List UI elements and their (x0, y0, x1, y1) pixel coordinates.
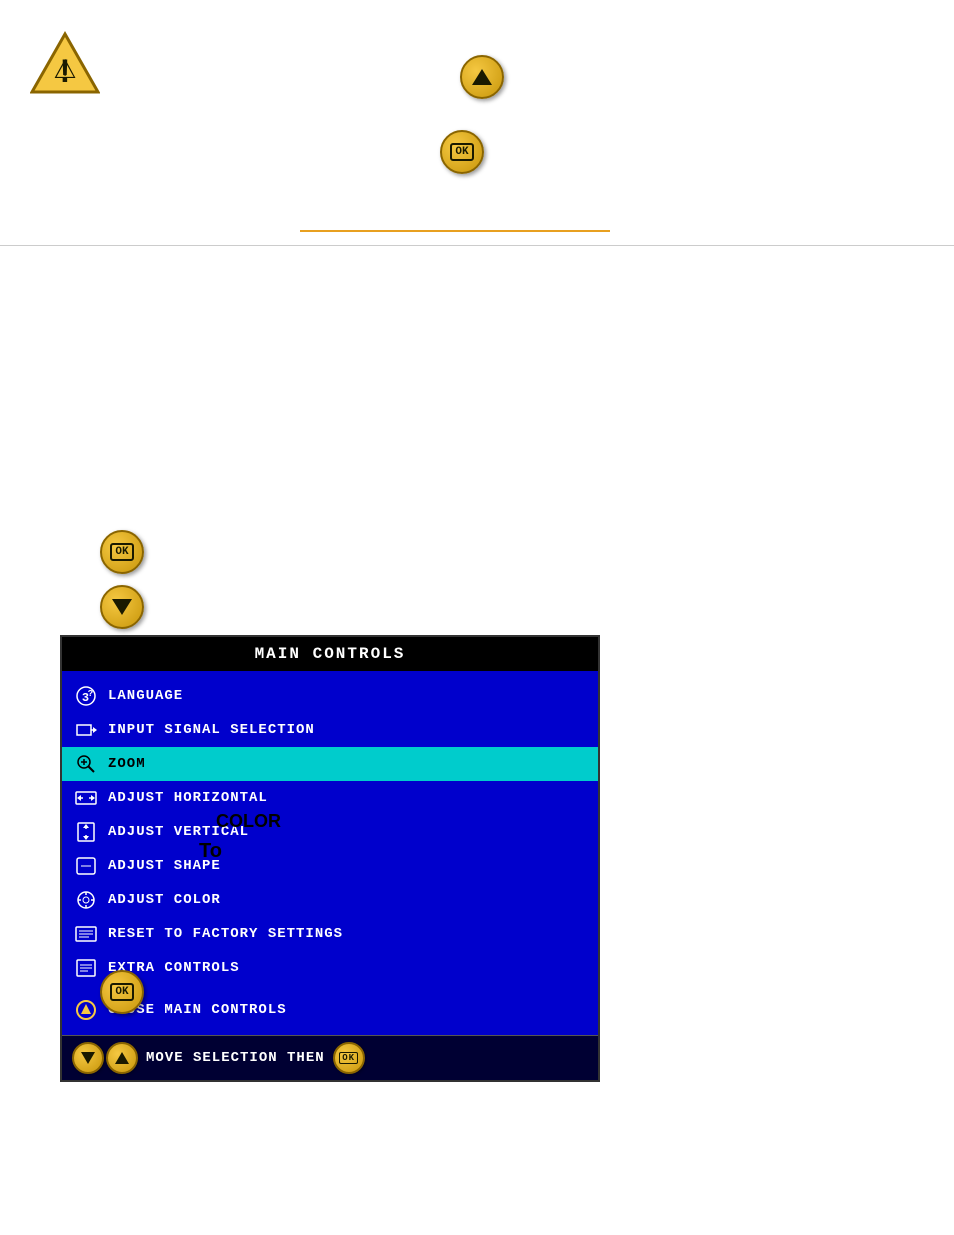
osd-item-zoom[interactable]: ZOOM (62, 747, 598, 781)
osd-item-color[interactable]: ADJUST COLOR (62, 883, 598, 917)
factory-icon (74, 922, 98, 946)
close-menu-icon (74, 998, 98, 1022)
osd-item-language[interactable]: 3 ? LANGUAGE (62, 679, 598, 713)
osd-item-input-signal[interactable]: INPUT SIGNAL SELECTION (62, 713, 598, 747)
svg-text:⚠: ⚠ (53, 54, 76, 84)
ok-button-mid[interactable]: OK (100, 530, 144, 574)
to-text: To (199, 840, 222, 863)
language-icon: 3 ? (74, 684, 98, 708)
warning-icon: ! ⚠ (30, 30, 100, 95)
horizontal-icon (74, 786, 98, 810)
ok-button-bottom[interactable]: OK (100, 970, 144, 1014)
ok-label-mid: OK (110, 543, 133, 561)
osd-item-horizontal[interactable]: ADJUST HORIZONTAL (62, 781, 598, 815)
ok-label-top: OK (450, 143, 473, 161)
horizontal-label: ADJUST HORIZONTAL (108, 790, 268, 806)
osd-item-vertical[interactable]: ADJUST VERTICAL (62, 815, 598, 849)
osd-menu: MAIN CONTROLS 3 ? LANGUAGE IN (60, 635, 600, 1082)
osd-item-shape[interactable]: ADJUST SHAPE (62, 849, 598, 883)
zoom-icon (74, 752, 98, 776)
input-signal-label: INPUT SIGNAL SELECTION (108, 722, 315, 738)
down-arrow-button[interactable] (100, 585, 144, 629)
color-label-item: ADJUST COLOR (108, 892, 221, 908)
ok-footer-icon: OK (333, 1042, 365, 1074)
language-label: LANGUAGE (108, 688, 183, 704)
svg-text:?: ? (88, 689, 94, 699)
osd-item-factory[interactable]: RESET TO FACTORY SETTINGS (62, 917, 598, 951)
color-adjust-icon (74, 888, 98, 912)
input-signal-icon (74, 718, 98, 742)
footer-label: MOVE SELECTION THEN (146, 1050, 325, 1066)
color-text: COLOR (216, 811, 281, 832)
up-arrow-button[interactable] (460, 55, 504, 99)
ok-footer-label: OK (339, 1052, 358, 1064)
horizontal-divider (0, 245, 954, 246)
nav-buttons-footer (72, 1042, 138, 1074)
osd-title: MAIN CONTROLS (62, 637, 598, 671)
extra-icon (74, 956, 98, 980)
ok-label-bottom: OK (110, 983, 133, 1001)
vertical-icon (74, 820, 98, 844)
ok-button-top[interactable]: OK (440, 130, 484, 174)
shape-icon (74, 854, 98, 878)
down-nav-icon (72, 1042, 104, 1074)
osd-footer: MOVE SELECTION THEN OK (62, 1035, 598, 1080)
up-nav-icon (106, 1042, 138, 1074)
factory-label: RESET TO FACTORY SETTINGS (108, 926, 343, 942)
zoom-label: ZOOM (108, 756, 146, 772)
orange-line (300, 230, 610, 232)
